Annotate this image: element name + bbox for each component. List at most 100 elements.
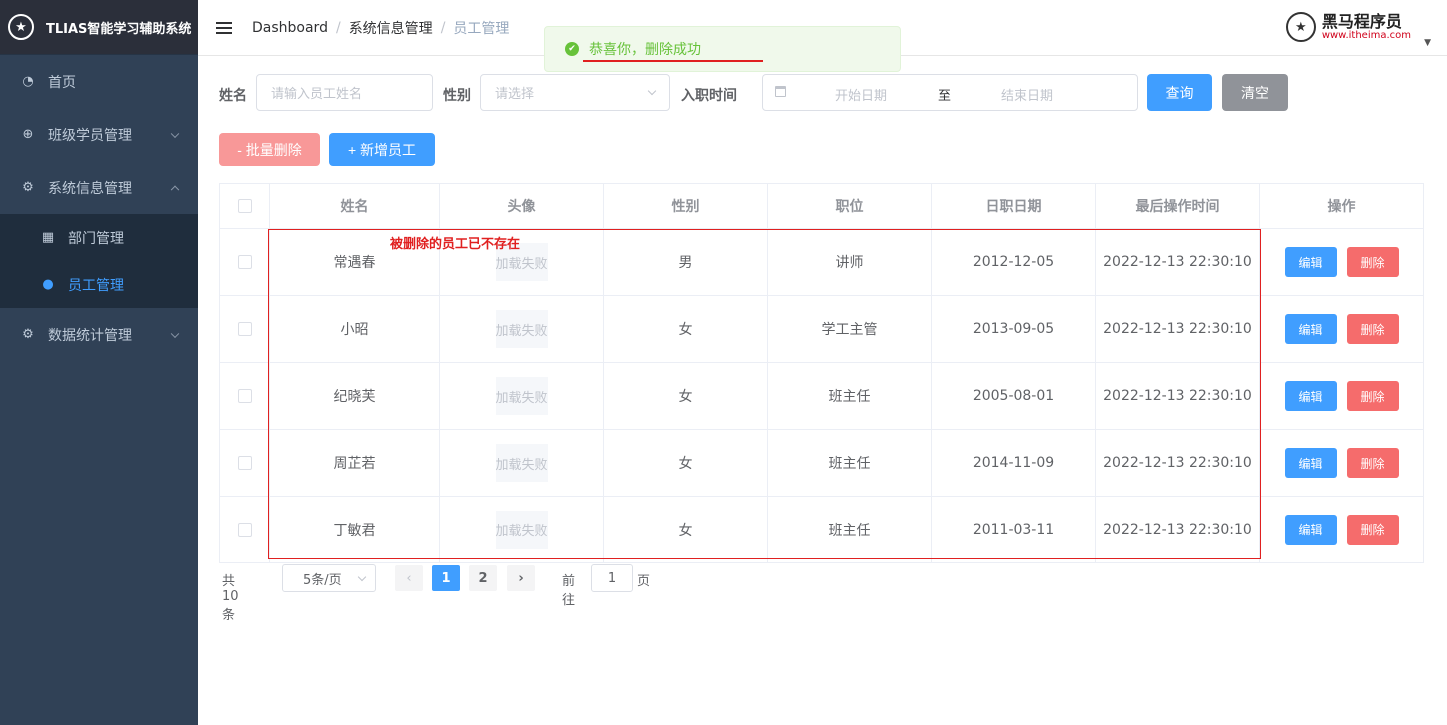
sidebar-item-home[interactable]: ◔ 首页 xyxy=(0,55,198,108)
row-select-cell xyxy=(220,497,270,562)
submenu-system-info: ▦ 部门管理 ● 员工管理 xyxy=(0,214,198,308)
delete-button[interactable]: 删除 xyxy=(1346,247,1399,277)
annotation-underline xyxy=(583,60,763,62)
name-placeholder: 请输入员工姓名 xyxy=(271,87,363,102)
cell-job: 讲师 xyxy=(768,229,932,295)
sidebar-item-department[interactable]: ▦ 部门管理 xyxy=(0,214,198,261)
edit-button[interactable]: 编辑 xyxy=(1284,514,1337,545)
cell-name: 纪晓芙 xyxy=(270,363,440,429)
breadcrumb: Dashboard / 系统信息管理 / 员工管理 xyxy=(252,18,509,38)
batch-delete-button[interactable]: - 批量删除 xyxy=(219,133,320,166)
page-1-button[interactable]: 1 xyxy=(432,565,460,591)
row-select-cell xyxy=(220,296,270,362)
circle-plus-icon: ⊕ xyxy=(22,127,34,142)
cell-avatar: 加载失败 xyxy=(440,497,604,562)
edit-button[interactable]: 编辑 xyxy=(1284,381,1337,411)
cell-avatar: 加载失败 xyxy=(440,296,604,362)
hamburger-icon[interactable] xyxy=(216,19,232,37)
avatar-load-failed: 加载失败 xyxy=(495,310,548,348)
clear-button[interactable]: 清空 xyxy=(1222,74,1288,111)
cell-avatar: 加载失败 xyxy=(440,363,604,429)
page-2-button[interactable]: 2 xyxy=(469,565,497,591)
query-button[interactable]: 查询 xyxy=(1147,74,1212,111)
sidebar-item-label: 系统信息管理 xyxy=(48,180,132,197)
sidebar-item-label: 班级学员管理 xyxy=(48,127,132,144)
logo-sub-text: www.itheima.com xyxy=(1321,30,1411,42)
cell-job: 班主任 xyxy=(768,497,932,562)
cell-entry-date: 2013-09-05 xyxy=(932,296,1096,362)
gear-icon: ⚙ xyxy=(22,327,34,342)
annotation-note: 被删除的员工已不存在 xyxy=(390,237,521,252)
header-logo[interactable]: ★ 黑马程序员 www.itheima.com xyxy=(1285,12,1411,42)
row-checkbox[interactable] xyxy=(237,322,252,336)
sidebar: ★ TLIAS智能学习辅助系统 ◔ 首页 ⊕ 班级学员管理 ⚙ 系统信息管理 ▦… xyxy=(0,0,198,725)
add-employee-button[interactable]: + 新增员工 xyxy=(329,133,435,166)
breadcrumb-dashboard[interactable]: Dashboard xyxy=(252,20,328,36)
sidebar-item-employee[interactable]: ● 员工管理 xyxy=(0,261,198,308)
entry-date-label: 入职时间 xyxy=(681,88,737,104)
header-entry-date: 日职日期 xyxy=(932,184,1096,228)
row-checkbox[interactable] xyxy=(237,255,252,269)
cell-avatar: 加载失败 xyxy=(440,430,604,496)
sidebar-item-class-students[interactable]: ⊕ 班级学员管理 xyxy=(0,108,198,161)
row-checkbox[interactable] xyxy=(237,456,252,470)
cell-name: 小昭 xyxy=(270,296,440,362)
gear-icon: ⚙ xyxy=(22,180,34,195)
caret-down-icon[interactable]: ▼ xyxy=(1424,38,1431,48)
cell-actions: 编辑 删除 xyxy=(1260,229,1423,295)
avatar-load-failed: 加载失败 xyxy=(495,377,548,415)
delete-button[interactable]: 删除 xyxy=(1346,448,1399,478)
name-input[interactable]: 请输入员工姓名 xyxy=(256,74,433,111)
row-checkbox[interactable] xyxy=(237,522,252,537)
pagination-total: 共 10 条 xyxy=(222,574,239,623)
sidebar-item-statistics[interactable]: ⚙ 数据统计管理 xyxy=(0,308,198,361)
cell-entry-date: 2014-11-09 xyxy=(932,430,1096,496)
breadcrumb-system-info[interactable]: 系统信息管理 xyxy=(349,18,433,38)
select-all-checkbox[interactable] xyxy=(237,199,252,213)
edit-button[interactable]: 编辑 xyxy=(1284,314,1337,344)
select-all-cell xyxy=(220,184,270,228)
cell-entry-date: 2011-03-11 xyxy=(932,497,1096,562)
table-row: 周芷若 加载失败 女 班主任 2014-11-09 2022-12-13 22:… xyxy=(220,430,1423,497)
delete-button[interactable]: 删除 xyxy=(1346,381,1399,411)
edit-button[interactable]: 编辑 xyxy=(1284,448,1337,478)
table-header: 姓名 头像 性别 职位 日职日期 最后操作时间 操作 xyxy=(220,184,1423,229)
user-icon: ● xyxy=(42,277,54,292)
date-range-picker[interactable]: 开始日期 至 结束日期 xyxy=(762,74,1138,111)
cell-gender: 女 xyxy=(604,497,768,562)
gender-label: 性别 xyxy=(443,88,471,104)
gender-select[interactable]: 请选择 xyxy=(480,74,670,111)
next-page-button[interactable]: › xyxy=(507,565,535,591)
success-toast: ✔ 恭喜你，删除成功 xyxy=(544,26,901,72)
brand: ★ TLIAS智能学习辅助系统 xyxy=(0,0,198,55)
sidebar-item-label: 数据统计管理 xyxy=(48,327,132,344)
cell-job: 班主任 xyxy=(768,363,932,429)
cell-actions: 编辑 删除 xyxy=(1260,363,1423,429)
cell-gender: 女 xyxy=(604,296,768,362)
app-title: TLIAS智能学习辅助系统 xyxy=(46,21,192,37)
header-avatar: 头像 xyxy=(440,184,604,228)
chevron-down-icon xyxy=(357,572,367,582)
page-size-select[interactable]: 5条/页 xyxy=(282,564,376,592)
breadcrumb-separator: / xyxy=(335,19,341,36)
row-select-cell xyxy=(220,430,270,496)
sidebar-item-system-info[interactable]: ⚙ 系统信息管理 xyxy=(0,161,198,214)
sidebar-item-label: 首页 xyxy=(48,74,76,91)
cell-gender: 女 xyxy=(604,363,768,429)
date-start-placeholder: 开始日期 xyxy=(835,89,888,104)
cell-update-time: 2022-12-13 22:30:10 xyxy=(1096,296,1260,362)
page-size-value: 5条/页 xyxy=(303,572,342,588)
goto-unit: 页 xyxy=(637,574,651,589)
goto-page-input[interactable]: 1 xyxy=(591,564,633,592)
cell-entry-date: 2005-08-01 xyxy=(932,363,1096,429)
cell-gender: 男 xyxy=(604,229,768,295)
row-checkbox[interactable] xyxy=(237,389,252,403)
delete-button[interactable]: 删除 xyxy=(1346,514,1399,545)
header-job: 职位 xyxy=(768,184,932,228)
cell-actions: 编辑 删除 xyxy=(1260,296,1423,362)
prev-page-button[interactable]: ‹ xyxy=(395,565,423,591)
delete-button[interactable]: 删除 xyxy=(1346,314,1399,344)
edit-button[interactable]: 编辑 xyxy=(1284,247,1337,277)
gender-placeholder: 请选择 xyxy=(495,87,535,102)
chevron-down-icon xyxy=(647,86,657,96)
